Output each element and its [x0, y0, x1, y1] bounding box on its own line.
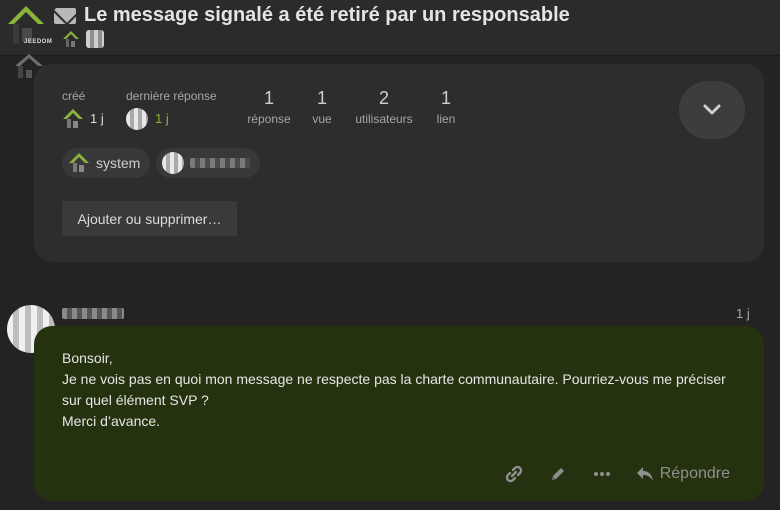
last-reply-label: dernière réponse — [126, 89, 217, 103]
participant-name: system — [96, 155, 141, 171]
envelope-icon — [54, 7, 76, 24]
pencil-icon[interactable] — [548, 464, 568, 484]
reply-button[interactable]: Répondre — [636, 465, 730, 483]
created-value[interactable]: 1 j — [90, 111, 104, 126]
users-count: 2 — [378, 88, 389, 108]
link-icon[interactable] — [504, 464, 524, 484]
post-author-name-blurred[interactable] — [62, 308, 124, 319]
post-body: Bonsoir, Je ne vois pas en quoi mon mess… — [34, 326, 764, 501]
topic-map: créé 1 j dernière réponse 1 j 1 réponse … — [34, 64, 764, 262]
replies-count: 1 — [263, 88, 274, 108]
expand-topic-map-button[interactable] — [679, 81, 745, 139]
last-reply-value[interactable]: 1 j — [155, 111, 169, 126]
post-line: Merci d’avance. — [62, 413, 161, 429]
system-avatar-icon[interactable] — [62, 108, 84, 130]
post-date[interactable]: 1 j — [736, 306, 750, 321]
page-title[interactable]: Le message signalé a été retiré par un r… — [84, 4, 570, 27]
reply-icon — [636, 467, 653, 481]
system-avatar-icon — [69, 153, 89, 172]
links-label: lien — [436, 112, 456, 126]
add-remove-button[interactable]: Ajouter ou supprimer… — [62, 201, 237, 236]
post-line: Je ne vois pas en quoi mon message ne re… — [62, 371, 726, 408]
user-avatar[interactable] — [126, 108, 148, 130]
participant-chip-user[interactable] — [156, 148, 260, 178]
user-avatar — [162, 152, 184, 174]
post-actions: Répondre — [504, 464, 730, 484]
created-label: créé — [62, 89, 86, 103]
post-line: Bonsoir, — [62, 350, 113, 366]
header-participants — [62, 30, 104, 48]
topic-header: JEEDOM Le message signalé a été retiré p… — [0, 0, 780, 56]
chevron-down-icon — [703, 104, 721, 115]
post-content: Bonsoir, Je ne vois pas en quoi mon mess… — [62, 348, 742, 432]
views-label: vue — [312, 112, 332, 126]
views-count: 1 — [316, 88, 327, 108]
reply-label: Répondre — [659, 465, 730, 482]
replies-label: réponse — [247, 112, 291, 126]
logo-text: JEEDOM — [24, 39, 53, 45]
system-avatar-icon[interactable] — [62, 30, 80, 48]
user-avatar[interactable] — [86, 30, 104, 48]
links-count: 1 — [440, 88, 451, 108]
page-title-wrap: Le message signalé a été retiré par un r… — [54, 4, 570, 27]
participant-name-blurred — [190, 158, 250, 168]
users-label: utilisateurs — [355, 112, 413, 126]
more-icon[interactable] — [592, 464, 612, 484]
participant-chip-system[interactable]: system — [62, 148, 151, 178]
